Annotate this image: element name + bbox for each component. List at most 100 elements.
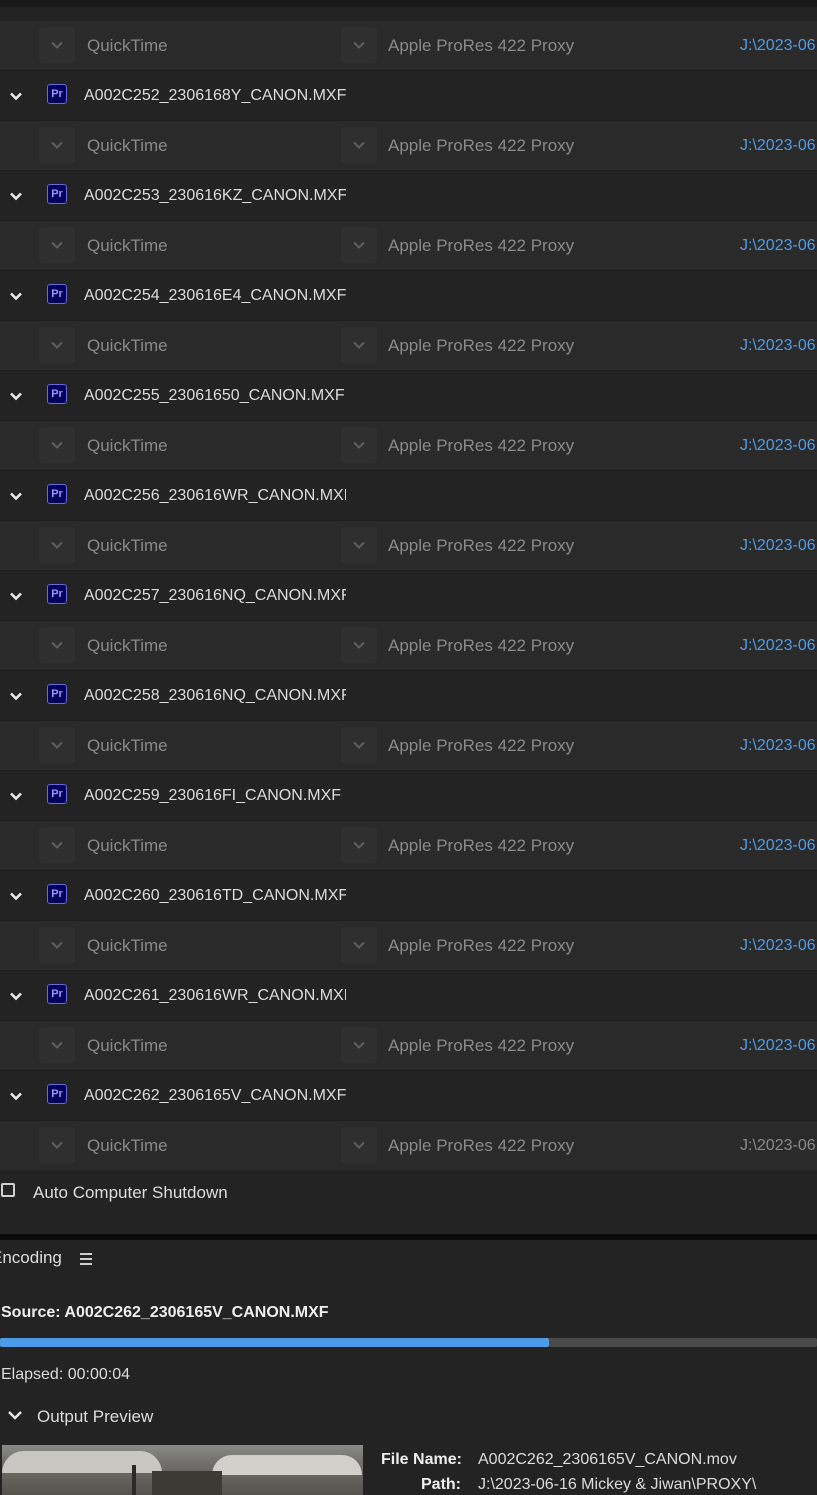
output-row[interactable]: QuickTime Apple ProRes 422 Proxy J:\2023-0…: [0, 221, 817, 271]
format-dropdown-button[interactable]: [39, 527, 75, 563]
source-row[interactable]: Pr A002C259_230616FI_CANON.MXF: [0, 771, 817, 821]
source-row[interactable]: Pr A002C257_230616NQ_CANON.MXF: [0, 571, 817, 621]
output-row[interactable]: QuickTime Apple ProRes 422 Proxy J:\2023-0…: [0, 521, 817, 571]
expand-chevron-icon[interactable]: [6, 486, 26, 506]
preset-dropdown-button[interactable]: [341, 927, 377, 963]
format-dropdown-button[interactable]: [39, 27, 75, 63]
preset-dropdown-button[interactable]: [341, 127, 377, 163]
output-row[interactable]: QuickTime Apple ProRes 422 Proxy J:\2023-0…: [0, 1121, 817, 1171]
preset-dropdown-value[interactable]: Apple ProRes 422 Proxy: [388, 521, 574, 570]
preset-dropdown-value[interactable]: Apple ProRes 422 Proxy: [388, 221, 574, 270]
panel-menu-icon[interactable]: [80, 1253, 92, 1265]
format-dropdown-value[interactable]: QuickTime: [87, 221, 168, 270]
expand-chevron-icon[interactable]: [6, 986, 26, 1006]
source-row[interactable]: Pr A002C256_230616WR_CANON.MXF: [0, 471, 817, 521]
source-row[interactable]: Pr A002C261_230616WR_CANON.MXF: [0, 971, 817, 1021]
preset-dropdown-value[interactable]: Apple ProRes 422 Proxy: [388, 721, 574, 770]
expand-chevron-icon[interactable]: [6, 686, 26, 706]
format-dropdown-value[interactable]: QuickTime: [87, 821, 168, 870]
format-dropdown-button[interactable]: [39, 127, 75, 163]
output-row[interactable]: QuickTime Apple ProRes 422 Proxy J:\2023-0…: [0, 421, 817, 471]
format-dropdown-button[interactable]: [39, 427, 75, 463]
output-path-link[interactable]: J:\2023-06: [740, 521, 816, 570]
expand-chevron-icon[interactable]: [6, 186, 26, 206]
format-dropdown-button[interactable]: [39, 927, 75, 963]
preset-dropdown-value[interactable]: Apple ProRes 422 Proxy: [388, 421, 574, 470]
output-row[interactable]: QuickTime Apple ProRes 422 Proxy J:\2023-0…: [0, 121, 817, 171]
preset-dropdown-value[interactable]: Apple ProRes 422 Proxy: [388, 621, 574, 670]
format-dropdown-button[interactable]: [39, 727, 75, 763]
preset-dropdown-value[interactable]: Apple ProRes 422 Proxy: [388, 1121, 574, 1170]
output-path-link[interactable]: J:\2023-06: [740, 921, 816, 970]
output-path-link[interactable]: J:\2023-06: [740, 221, 816, 270]
output-row[interactable]: QuickTime Apple ProRes 422 Proxy J:\2023-0…: [0, 621, 817, 671]
output-path-link[interactable]: J:\2023-06: [740, 21, 816, 70]
preset-dropdown-value[interactable]: Apple ProRes 422 Proxy: [388, 21, 574, 70]
expand-chevron-icon[interactable]: [6, 786, 26, 806]
preset-dropdown-button[interactable]: [341, 827, 377, 863]
output-row[interactable]: QuickTime Apple ProRes 422 Proxy J:\2023-0…: [0, 321, 817, 371]
format-dropdown-value[interactable]: QuickTime: [87, 21, 168, 70]
format-dropdown-value[interactable]: QuickTime: [87, 121, 168, 170]
preset-dropdown-value[interactable]: Apple ProRes 422 Proxy: [388, 321, 574, 370]
preset-dropdown-value[interactable]: Apple ProRes 422 Proxy: [388, 921, 574, 970]
output-preview-toggle-icon[interactable]: [6, 1406, 24, 1424]
expand-chevron-icon[interactable]: [6, 86, 26, 106]
format-dropdown-value[interactable]: QuickTime: [87, 621, 168, 670]
format-dropdown-button[interactable]: [39, 1027, 75, 1063]
preset-dropdown-value[interactable]: Apple ProRes 422 Proxy: [388, 821, 574, 870]
preset-dropdown-value[interactable]: Apple ProRes 422 Proxy: [388, 121, 574, 170]
format-dropdown-button[interactable]: [39, 327, 75, 363]
source-row[interactable]: Pr A002C260_230616TD_CANON.MXF: [0, 871, 817, 921]
expand-chevron-icon[interactable]: [6, 386, 26, 406]
format-dropdown-value[interactable]: QuickTime: [87, 1121, 168, 1170]
preset-dropdown-button[interactable]: [341, 27, 377, 63]
output-path-link[interactable]: J:\2023-06: [740, 321, 816, 370]
expand-chevron-icon[interactable]: [6, 1086, 26, 1106]
format-dropdown-button[interactable]: [39, 227, 75, 263]
source-row[interactable]: Pr A002C258_230616NQ_CANON.MXF: [0, 671, 817, 721]
format-dropdown-value[interactable]: QuickTime: [87, 1021, 168, 1070]
source-row[interactable]: Pr A002C254_230616E4_CANON.MXF: [0, 271, 817, 321]
format-dropdown-value[interactable]: QuickTime: [87, 521, 168, 570]
expand-chevron-icon[interactable]: [6, 886, 26, 906]
source-row[interactable]: Pr A002C255_23061650_CANON.MXF: [0, 371, 817, 421]
output-path-link[interactable]: J:\2023-06: [740, 121, 816, 170]
output-path-link[interactable]: J:\2023-06: [740, 1021, 816, 1070]
source-row[interactable]: Pr A002C262_2306165V_CANON.MXF: [0, 1071, 817, 1121]
format-dropdown-value[interactable]: QuickTime: [87, 421, 168, 470]
format-dropdown-button[interactable]: [39, 1127, 75, 1163]
preset-dropdown-button[interactable]: [341, 727, 377, 763]
format-dropdown-button[interactable]: [39, 827, 75, 863]
output-path-link[interactable]: J:\2023-06: [740, 1121, 816, 1170]
output-row[interactable]: QuickTime Apple ProRes 422 Proxy J:\2023-0…: [0, 921, 817, 971]
output-path-link[interactable]: J:\2023-06: [740, 721, 816, 770]
format-dropdown-button[interactable]: [39, 627, 75, 663]
source-row[interactable]: Pr A002C253_230616KZ_CANON.MXF: [0, 171, 817, 221]
preset-dropdown-button[interactable]: [341, 627, 377, 663]
preset-dropdown-button[interactable]: [341, 527, 377, 563]
preset-dropdown-button[interactable]: [341, 327, 377, 363]
source-row[interactable]: Pr A002C252_2306168Y_CANON.MXF: [0, 71, 817, 121]
encoding-panel-title[interactable]: Encoding: [0, 1248, 62, 1268]
output-row[interactable]: QuickTime Apple ProRes 422 Proxy J:\2023-0…: [0, 721, 817, 771]
expand-chevron-icon[interactable]: [6, 286, 26, 306]
output-row[interactable]: QuickTime Apple ProRes 422 Proxy J:\2023…: [0, 21, 817, 71]
format-dropdown-value[interactable]: QuickTime: [87, 321, 168, 370]
preset-dropdown-button[interactable]: [341, 1127, 377, 1163]
output-row[interactable]: QuickTime Apple ProRes 422 Proxy J:\2023-0…: [0, 1021, 817, 1071]
preset-dropdown-button[interactable]: [341, 427, 377, 463]
output-path-link[interactable]: J:\2023-06: [740, 421, 816, 470]
output-path-link[interactable]: J:\2023-06: [740, 821, 816, 870]
format-dropdown-value[interactable]: QuickTime: [87, 721, 168, 770]
preset-dropdown-value[interactable]: Apple ProRes 422 Proxy: [388, 1021, 574, 1070]
output-row[interactable]: QuickTime Apple ProRes 422 Proxy J:\2023-0…: [0, 821, 817, 871]
expand-chevron-icon[interactable]: [6, 586, 26, 606]
output-path-link[interactable]: J:\2023-06: [740, 621, 816, 670]
auto-shutdown-checkbox[interactable]: [1, 1183, 15, 1197]
preset-dropdown-button[interactable]: [341, 1027, 377, 1063]
chevron-down-icon: [353, 41, 365, 49]
output-preview-label[interactable]: Output Preview: [37, 1407, 153, 1427]
format-dropdown-value[interactable]: QuickTime: [87, 921, 168, 970]
preset-dropdown-button[interactable]: [341, 227, 377, 263]
